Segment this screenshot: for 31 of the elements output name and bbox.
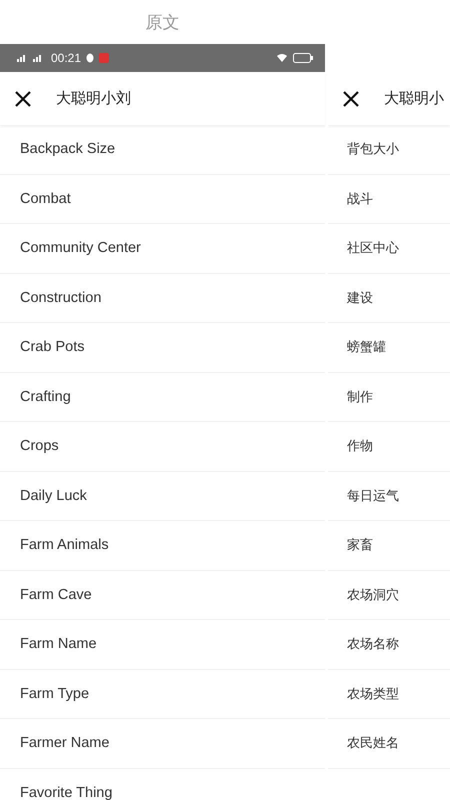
list-item[interactable]: Crab Pots [20,339,84,356]
list-item[interactable]: Combat [20,190,71,207]
list-item[interactable]: Construction [20,290,102,306]
list-item[interactable]: 农场名称 [347,635,399,654]
list-item[interactable]: 家畜 [347,536,373,554]
list-item[interactable]: 背包大小 [347,140,399,158]
list-item[interactable]: Community Center [20,240,141,256]
list-item[interactable]: 作物 [347,437,373,456]
list-item[interactable]: 螃蟹罐 [347,338,386,356]
list-item[interactable]: 农场洞穴 [347,586,399,604]
header-title: 大聪明小 [384,89,444,108]
list-item[interactable]: 制作 [347,388,373,406]
list-item[interactable]: Backpack Size [20,141,116,158]
list-item[interactable]: 社区中心 [347,239,399,258]
list-item[interactable]: 建设 [347,288,373,307]
list-item[interactable]: 战斗 [347,190,373,208]
list-item[interactable]: Crops [20,438,59,454]
caption: 原文 [146,12,180,34]
list-item[interactable]: Farm Type [20,686,90,702]
list-item[interactable]: Daily Luck [20,488,87,504]
list-item[interactable]: Crafting [20,388,71,405]
list-item[interactable]: 农民姓名 [347,734,399,752]
header-title: 大聪明小刘 [56,89,131,108]
list-item[interactable]: Farm Animals [20,537,109,554]
list-item[interactable]: Farm Cave [20,586,92,603]
clock-time: 00:21 [51,51,82,65]
list-item[interactable]: Farmer Name [20,735,110,752]
list-item[interactable]: 每日运气 [347,486,399,505]
list-item[interactable]: Favorite Thing [20,784,112,800]
list-item[interactable]: 农场类型 [347,684,399,703]
list-item[interactable]: Farm Name [20,636,97,652]
